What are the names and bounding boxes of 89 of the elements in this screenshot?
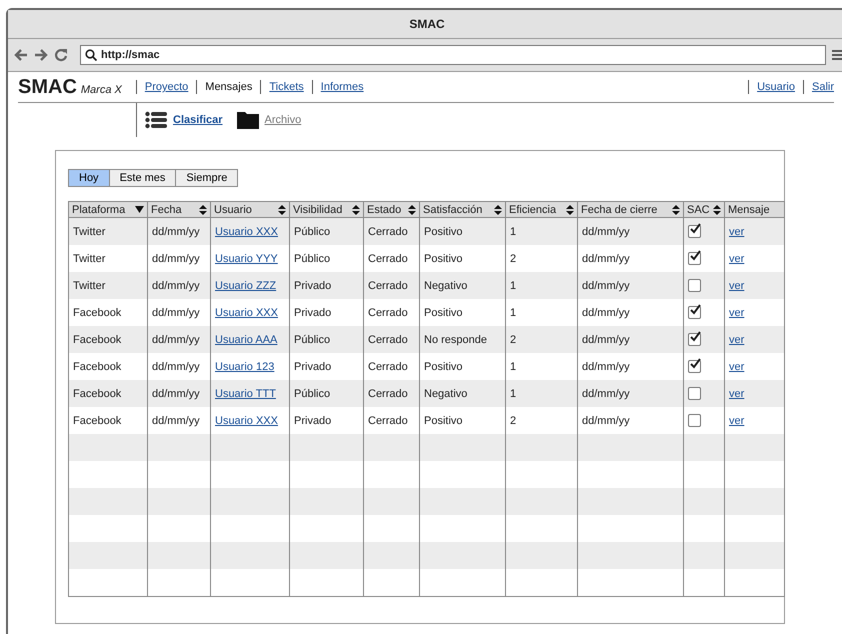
table-cell: Negativo — [420, 272, 506, 299]
forward-icon[interactable] — [34, 48, 48, 62]
column-header: Fecha — [151, 204, 182, 216]
table-cell: Público — [290, 218, 364, 245]
view-link[interactable]: ver — [729, 226, 744, 238]
checkbox[interactable] — [688, 333, 701, 346]
view-link[interactable]: ver — [729, 280, 744, 292]
view-link[interactable]: ver — [729, 306, 744, 318]
subnav-link[interactable]: Archivo — [264, 114, 302, 126]
table-cell: dd/mm/yy — [148, 326, 210, 353]
column-header: Estado — [367, 204, 402, 216]
table-cell: dd/mm/yy — [578, 272, 684, 299]
table-cell: dd/mm/yy — [578, 380, 684, 407]
sort-icon[interactable] — [199, 204, 207, 214]
nav-link[interactable]: Tickets — [260, 80, 312, 94]
reload-icon[interactable] — [54, 48, 68, 62]
sort-icon[interactable] — [713, 204, 721, 214]
brand-name: Marca X — [80, 84, 122, 96]
table-cell: Cerrado — [364, 380, 420, 407]
search-icon — [85, 49, 97, 61]
table-cell: Twitter — [68, 272, 148, 299]
table-cell: Positivo — [420, 218, 506, 245]
column-header: Plataforma — [72, 204, 126, 216]
checkbox[interactable] — [688, 360, 701, 373]
column-header: Fecha de cierre — [581, 204, 658, 216]
table-cell: dd/mm/yy — [148, 272, 210, 299]
checkbox[interactable] — [688, 279, 701, 292]
sort-icon[interactable] — [352, 204, 360, 214]
table-cell: dd/mm/yy — [148, 218, 210, 245]
checkbox[interactable] — [688, 306, 701, 319]
column-header: Eficiencia — [509, 204, 556, 216]
checkbox[interactable] — [688, 225, 701, 238]
checkbox[interactable] — [688, 387, 701, 400]
address-field[interactable]: http://smac — [80, 45, 826, 65]
view-link[interactable]: ver — [729, 360, 744, 372]
table-cell: Facebook — [68, 380, 148, 407]
sort-icon[interactable] — [135, 206, 144, 213]
list-icon — [145, 111, 167, 129]
subnav-link[interactable]: Clasificar — [173, 114, 223, 126]
table-cell: Público — [290, 380, 364, 407]
table-cell: 1 — [506, 272, 578, 299]
header-link[interactable]: Salir — [802, 80, 834, 94]
window-title: SMAC — [409, 17, 445, 31]
back-icon[interactable] — [14, 48, 28, 62]
sort-icon[interactable] — [278, 204, 286, 214]
nav-link[interactable]: Informes — [312, 80, 372, 94]
checkbox[interactable] — [688, 414, 701, 427]
table-cell: dd/mm/yy — [148, 380, 210, 407]
table-cell: 1 — [506, 218, 578, 245]
user-link[interactable]: Usuario XXX — [215, 414, 278, 426]
column-header: Mensaje — [728, 204, 770, 216]
table-cell: Cerrado — [364, 218, 420, 245]
filter-button[interactable]: Este mes — [110, 169, 176, 187]
table-cell: dd/mm/yy — [578, 326, 684, 353]
view-link[interactable]: ver — [729, 252, 744, 264]
user-link[interactable]: Usuario 123 — [215, 360, 274, 372]
table-cell: Público — [290, 326, 364, 353]
checkbox[interactable] — [688, 252, 701, 265]
logo: SMAC — [18, 76, 77, 98]
table-cell: 2 — [506, 326, 578, 353]
filter-button[interactable]: Hoy — [68, 169, 110, 187]
column-header: Satisfacción — [423, 204, 482, 216]
sort-icon[interactable] — [408, 204, 416, 214]
filter-button[interactable]: Siempre — [176, 169, 238, 187]
table-cell: Cerrado — [364, 326, 420, 353]
table-cell: Privado — [290, 272, 364, 299]
table-cell: Facebook — [68, 326, 148, 353]
column-header: SAC — [687, 204, 710, 216]
column-header: Usuario — [214, 204, 252, 216]
view-link[interactable]: ver — [729, 388, 744, 400]
sort-icon[interactable] — [672, 204, 680, 214]
table-cell: 1 — [506, 380, 578, 407]
user-link[interactable]: Usuario XXX — [215, 306, 278, 318]
sort-icon[interactable] — [566, 204, 574, 214]
menu-icon[interactable] — [832, 49, 842, 61]
folder-icon — [236, 112, 259, 128]
sort-icon[interactable] — [494, 204, 502, 214]
table-cell: No responde — [420, 326, 506, 353]
table-cell: Negativo — [420, 380, 506, 407]
nav-link[interactable]: Mensajes — [196, 80, 260, 94]
table-cell: Cerrado — [364, 272, 420, 299]
table-cell: Twitter — [68, 218, 148, 245]
nav-link[interactable]: Proyecto — [136, 80, 196, 94]
view-link[interactable]: ver — [729, 334, 744, 346]
view-link[interactable]: ver — [729, 414, 744, 426]
header-link[interactable]: Usuario — [748, 80, 803, 94]
user-link[interactable]: Usuario YYY — [215, 252, 278, 264]
column-header: Visibilidad — [293, 204, 342, 216]
table-cell: dd/mm/yy — [578, 218, 684, 245]
